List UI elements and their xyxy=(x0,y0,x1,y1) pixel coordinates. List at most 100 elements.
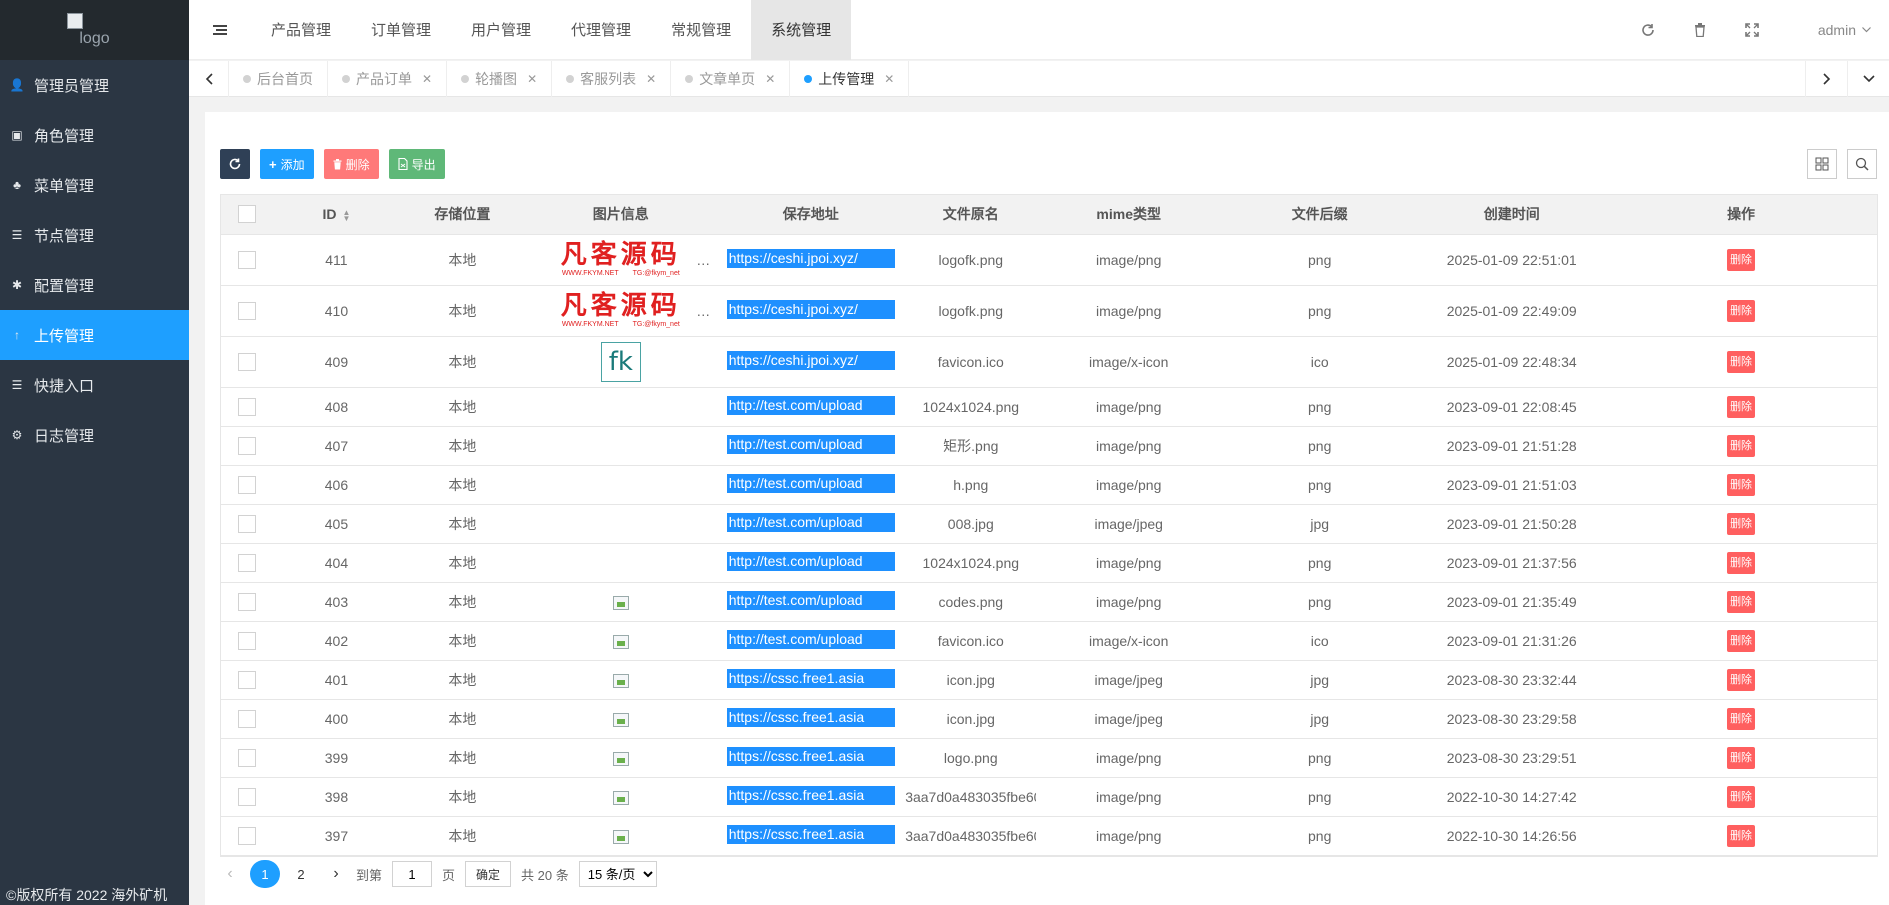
broken-image-icon[interactable] xyxy=(612,712,629,727)
top-nav-item-0[interactable]: 产品管理 xyxy=(251,0,351,60)
add-button[interactable]: + 添加 xyxy=(260,149,314,179)
page-tab-0[interactable]: 后台首页 xyxy=(229,60,328,97)
page-tab-3[interactable]: 客服列表 ✕ xyxy=(552,60,672,97)
close-icon[interactable]: ✕ xyxy=(765,72,775,86)
row-checkbox[interactable] xyxy=(238,592,257,611)
goto-confirm-button[interactable]: 确定 xyxy=(465,861,512,887)
fkym-logo-image[interactable]: 凡客源码 WWW.FKYM.NET TG:@fkym_net xyxy=(561,293,681,328)
cell-storage: 本地 xyxy=(399,426,526,466)
top-nav-item-4[interactable]: 常规管理 xyxy=(651,0,751,60)
cell-extension: png xyxy=(1221,234,1419,286)
page-size-select[interactable]: 10 条/页15 条/页20 条/页30 条/页 xyxy=(578,861,657,887)
cell-image xyxy=(525,777,717,817)
sidebar-item-0[interactable]: 👤 管理员管理 xyxy=(0,60,189,110)
broken-image-icon[interactable] xyxy=(612,634,629,649)
row-delete-button[interactable]: 删除 xyxy=(1727,707,1756,730)
row-delete-button[interactable]: 删除 xyxy=(1727,350,1756,373)
row-checkbox[interactable] xyxy=(238,352,257,371)
broken-image-icon[interactable] xyxy=(612,790,629,805)
broken-image-icon[interactable] xyxy=(612,673,629,688)
row-delete-button[interactable]: 删除 xyxy=(1727,434,1756,457)
column-filter-button[interactable] xyxy=(1807,149,1837,179)
row-select-cell xyxy=(221,816,274,856)
sidebar-item-6[interactable]: ☰ 快捷入口 xyxy=(0,360,189,410)
sidebar-item-5[interactable]: ↑ 上传管理 xyxy=(0,310,189,360)
column-header-id[interactable]: ID ▲ ▼ xyxy=(273,195,400,235)
sidebar-item-3[interactable]: ☰ 节点管理 xyxy=(0,210,189,260)
close-icon[interactable]: ✕ xyxy=(422,72,432,86)
row-delete-button[interactable]: 删除 xyxy=(1727,668,1756,691)
row-delete-button[interactable]: 删除 xyxy=(1727,551,1756,574)
table-row: 400 本地 https://cssc.free1.asia icon.jpg imag… xyxy=(221,699,1877,739)
row-checkbox[interactable] xyxy=(238,670,257,689)
next-page-button[interactable]: › xyxy=(326,865,346,883)
close-icon[interactable]: ✕ xyxy=(527,72,537,86)
row-checkbox[interactable] xyxy=(238,748,257,767)
row-delete-button[interactable]: 删除 xyxy=(1727,473,1756,496)
select-all-checkbox[interactable] xyxy=(238,205,257,224)
row-checkbox[interactable] xyxy=(238,250,257,269)
tabs-scroll-right-button[interactable] xyxy=(1805,61,1847,97)
user-menu[interactable]: admin xyxy=(1818,22,1871,38)
search-toggle-button[interactable] xyxy=(1847,149,1877,179)
row-checkbox[interactable] xyxy=(238,631,257,650)
fullscreen-button[interactable] xyxy=(1726,0,1778,60)
column-header-actions: 操作 xyxy=(1605,195,1877,235)
row-checkbox[interactable] xyxy=(238,475,257,494)
sidebar-item-2[interactable]: ♣ 菜单管理 xyxy=(0,160,189,210)
row-delete-button[interactable]: 删除 xyxy=(1727,746,1756,769)
clear-cache-button[interactable] xyxy=(1674,0,1726,60)
sidebar-item-1[interactable]: ▣ 角色管理 xyxy=(0,110,189,160)
top-nav-item-3[interactable]: 代理管理 xyxy=(551,0,651,60)
row-checkbox[interactable] xyxy=(238,397,257,416)
page-tab-4[interactable]: 文章单页 ✕ xyxy=(671,60,791,97)
sort-icon[interactable]: ▲ ▼ xyxy=(342,208,350,222)
top-nav-item-5[interactable]: 系统管理 xyxy=(751,0,852,60)
fkym-logo-image[interactable]: 凡客源码 WWW.FKYM.NET TG:@fkym_net xyxy=(561,242,681,277)
row-checkbox[interactable] xyxy=(238,787,257,806)
reload-button[interactable] xyxy=(220,149,250,179)
sidebar-item-4[interactable]: ✱ 配置管理 xyxy=(0,260,189,310)
goto-page-input[interactable] xyxy=(392,861,433,887)
row-delete-button[interactable]: 删除 xyxy=(1727,248,1756,271)
row-checkbox[interactable] xyxy=(238,553,257,572)
row-delete-button[interactable]: 删除 xyxy=(1727,629,1756,652)
row-checkbox[interactable] xyxy=(238,436,257,455)
prev-page-button[interactable]: ‹ xyxy=(220,865,240,883)
page-tab-1[interactable]: 产品订单 ✕ xyxy=(328,60,448,97)
broken-image-icon[interactable] xyxy=(612,595,629,610)
row-delete-button[interactable]: 删除 xyxy=(1727,395,1756,418)
page-tab-5[interactable]: 上传管理 ✕ xyxy=(790,60,910,97)
close-icon[interactable]: ✕ xyxy=(884,72,894,86)
broken-image-icon[interactable] xyxy=(612,829,629,844)
row-checkbox[interactable] xyxy=(238,709,257,728)
row-delete-button[interactable]: 删除 xyxy=(1727,299,1756,322)
tabs-scroll-left-button[interactable] xyxy=(189,60,229,97)
export-button[interactable]: 导出 xyxy=(388,149,445,179)
menu-toggle-button[interactable] xyxy=(189,0,251,60)
page-number-1[interactable]: 1 xyxy=(250,860,280,888)
refresh-button[interactable] xyxy=(1622,0,1674,60)
row-delete-button[interactable]: 删除 xyxy=(1727,512,1756,535)
row-checkbox[interactable] xyxy=(238,514,257,533)
broken-image-icon[interactable] xyxy=(612,751,629,766)
batch-delete-button[interactable]: 删除 xyxy=(323,149,379,179)
sidebar-item-7[interactable]: ⚙ 日志管理 xyxy=(0,410,189,460)
row-checkbox[interactable] xyxy=(238,826,257,845)
row-delete-button[interactable]: 删除 xyxy=(1727,785,1756,808)
page-number-2[interactable]: 2 xyxy=(286,860,316,888)
cell-mime: image/png xyxy=(1036,387,1222,427)
table-header-row: ID ▲ ▼ 存储位置 图片信息 保存地址 文件原名 mime类型 文件后缀 创建时… xyxy=(221,195,1877,235)
fk-favicon-image[interactable]: fk xyxy=(600,341,641,382)
grid-columns-icon xyxy=(1815,157,1829,171)
cell-actions: 删除 xyxy=(1605,738,1877,778)
close-icon[interactable]: ✕ xyxy=(646,72,656,86)
logo[interactable]: logo xyxy=(0,0,189,60)
top-nav-item-1[interactable]: 订单管理 xyxy=(351,0,451,60)
tabs-dropdown-button[interactable] xyxy=(1847,61,1889,97)
top-nav-item-2[interactable]: 用户管理 xyxy=(451,0,551,60)
page-tab-2[interactable]: 轮播图 ✕ xyxy=(447,60,553,97)
row-delete-button[interactable]: 删除 xyxy=(1727,590,1756,613)
row-delete-button[interactable]: 删除 xyxy=(1727,824,1756,847)
row-checkbox[interactable] xyxy=(238,301,257,320)
